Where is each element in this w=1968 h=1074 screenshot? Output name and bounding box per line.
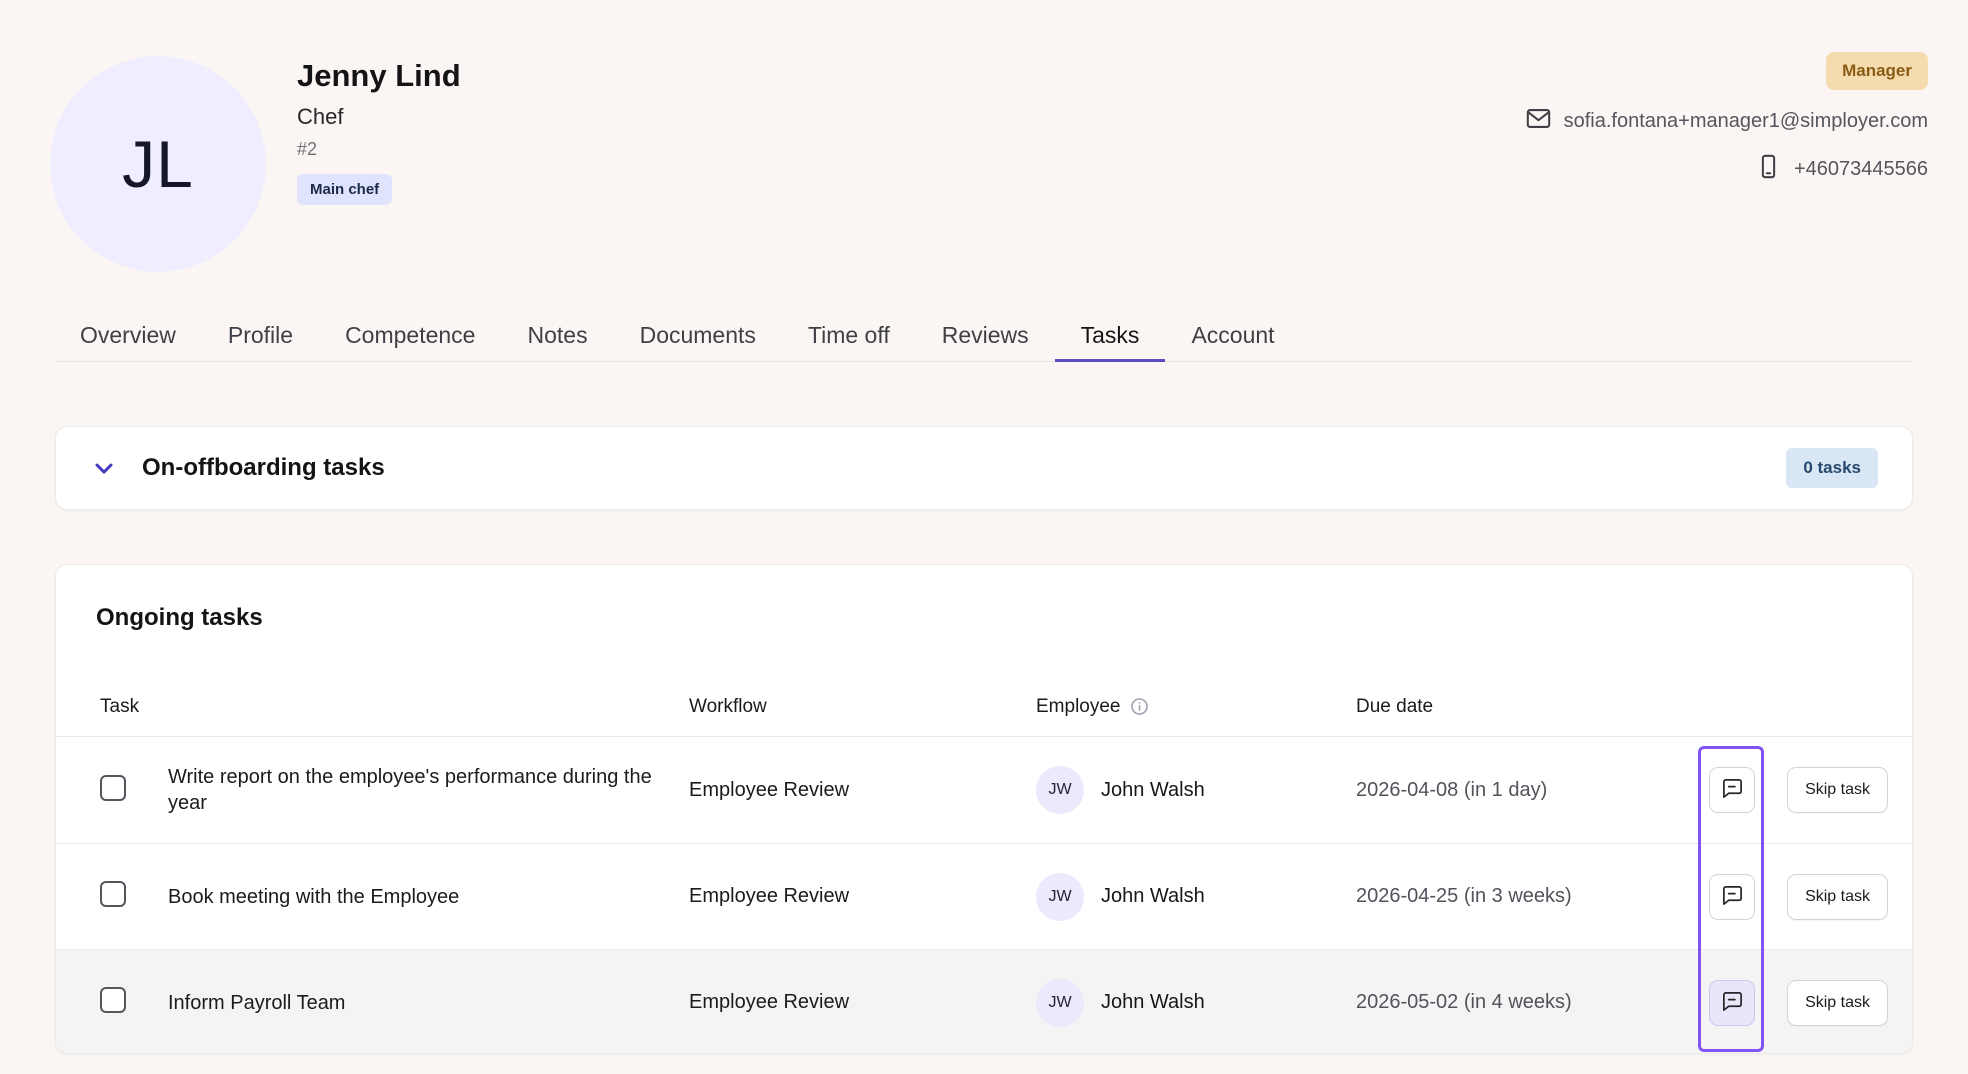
employee-cell: JW John Walsh [1036,873,1356,921]
task-checkbox[interactable] [100,987,126,1013]
workflow-name: Employee Review [689,991,1036,1014]
tab-bar: Overview Profile Competence Notes Docume… [55,312,1913,362]
employee-name: John Walsh [1101,991,1205,1014]
mail-icon [1525,105,1552,138]
task-checkbox[interactable] [100,881,126,907]
employee-avatar: JW [1036,873,1084,921]
email-row: sofia.fontana+manager1@simployer.com [1525,105,1928,138]
chevron-down-icon[interactable] [90,454,118,482]
table-row: Book meeting with the Employee Employee … [56,843,1912,949]
ongoing-tasks-title: Ongoing tasks [56,565,1912,633]
table-header: Task Workflow Employee Due date [56,677,1912,737]
task-name: Inform Payroll Team [168,990,689,1016]
employee-initials: JW [1048,781,1071,799]
job-title: Chef [297,104,461,130]
onoffboarding-header[interactable]: On-offboarding tasks [90,454,385,482]
tab-tasks[interactable]: Tasks [1055,312,1166,362]
employee-avatar: JW [1036,766,1084,814]
employee-avatar: JW [1036,979,1084,1027]
avatar: JL [50,56,266,272]
column-workflow: Workflow [689,696,1036,718]
employee-initials: JW [1048,888,1071,906]
column-due-date: Due date [1356,696,1686,718]
employee-profile-page: JL Jenny Lind Chef #2 Main chef Manager … [0,0,1968,1074]
comment-button[interactable] [1709,980,1755,1026]
onoffboarding-section[interactable]: On-offboarding tasks 0 tasks [55,426,1913,510]
workflow-name: Employee Review [689,779,1036,802]
identity-block: Jenny Lind Chef #2 Main chef [297,58,461,205]
page-title: Jenny Lind [297,58,461,94]
column-employee-label: Employee [1036,696,1121,718]
comment-icon [1721,777,1744,803]
workflow-name: Employee Review [689,885,1036,908]
tab-account[interactable]: Account [1165,312,1300,362]
comment-button[interactable] [1709,767,1755,813]
comment-button[interactable] [1709,874,1755,920]
skip-task-button[interactable]: Skip task [1787,767,1888,813]
info-icon[interactable] [1130,697,1149,716]
due-date: 2026-05-02 (in 4 weeks) [1356,991,1686,1014]
due-date: 2026-04-25 (in 3 weeks) [1356,885,1686,908]
tab-notes[interactable]: Notes [501,312,613,362]
contact-block: Manager sofia.fontana+manager1@simployer… [1525,52,1928,186]
due-date: 2026-04-08 (in 1 day) [1356,779,1686,802]
column-task: Task [100,696,689,718]
table-row: Write report on the employee's performan… [56,737,1912,843]
comment-icon [1721,990,1744,1016]
profile-header: JL Jenny Lind Chef #2 Main chef Manager … [0,0,1968,272]
tab-profile[interactable]: Profile [202,312,319,362]
employee-number: #2 [297,139,461,160]
main-chef-tag: Main chef [297,174,392,205]
avatar-initials: JL [122,126,194,202]
employee-initials: JW [1048,994,1071,1012]
column-employee: Employee [1036,696,1356,718]
employee-cell: JW John Walsh [1036,766,1356,814]
skip-task-button[interactable]: Skip task [1787,874,1888,920]
phone-row: +46073445566 [1755,153,1928,186]
employee-cell: JW John Walsh [1036,979,1356,1027]
email-text: sofia.fontana+manager1@simployer.com [1564,110,1928,133]
skip-task-button[interactable]: Skip task [1787,980,1888,1026]
employee-name: John Walsh [1101,779,1205,802]
phone-icon [1755,153,1782,186]
tab-overview[interactable]: Overview [55,312,202,362]
phone-text: +46073445566 [1794,158,1928,181]
tab-reviews[interactable]: Reviews [916,312,1055,362]
tab-documents[interactable]: Documents [614,312,782,362]
employee-name: John Walsh [1101,885,1205,908]
task-count-badge: 0 tasks [1786,448,1878,488]
task-checkbox[interactable] [100,775,126,801]
onoffboarding-title: On-offboarding tasks [142,454,385,482]
table-row: Inform Payroll Team Employee Review JW J… [56,949,1912,1054]
task-name: Write report on the employee's performan… [168,764,689,816]
tab-competence[interactable]: Competence [319,312,501,362]
tab-time-off[interactable]: Time off [782,312,916,362]
comment-icon [1721,884,1744,910]
task-name: Book meeting with the Employee [168,884,689,910]
ongoing-tasks-card: Ongoing tasks Task Workflow Employee Due… [55,564,1913,1054]
manager-badge: Manager [1826,52,1928,90]
